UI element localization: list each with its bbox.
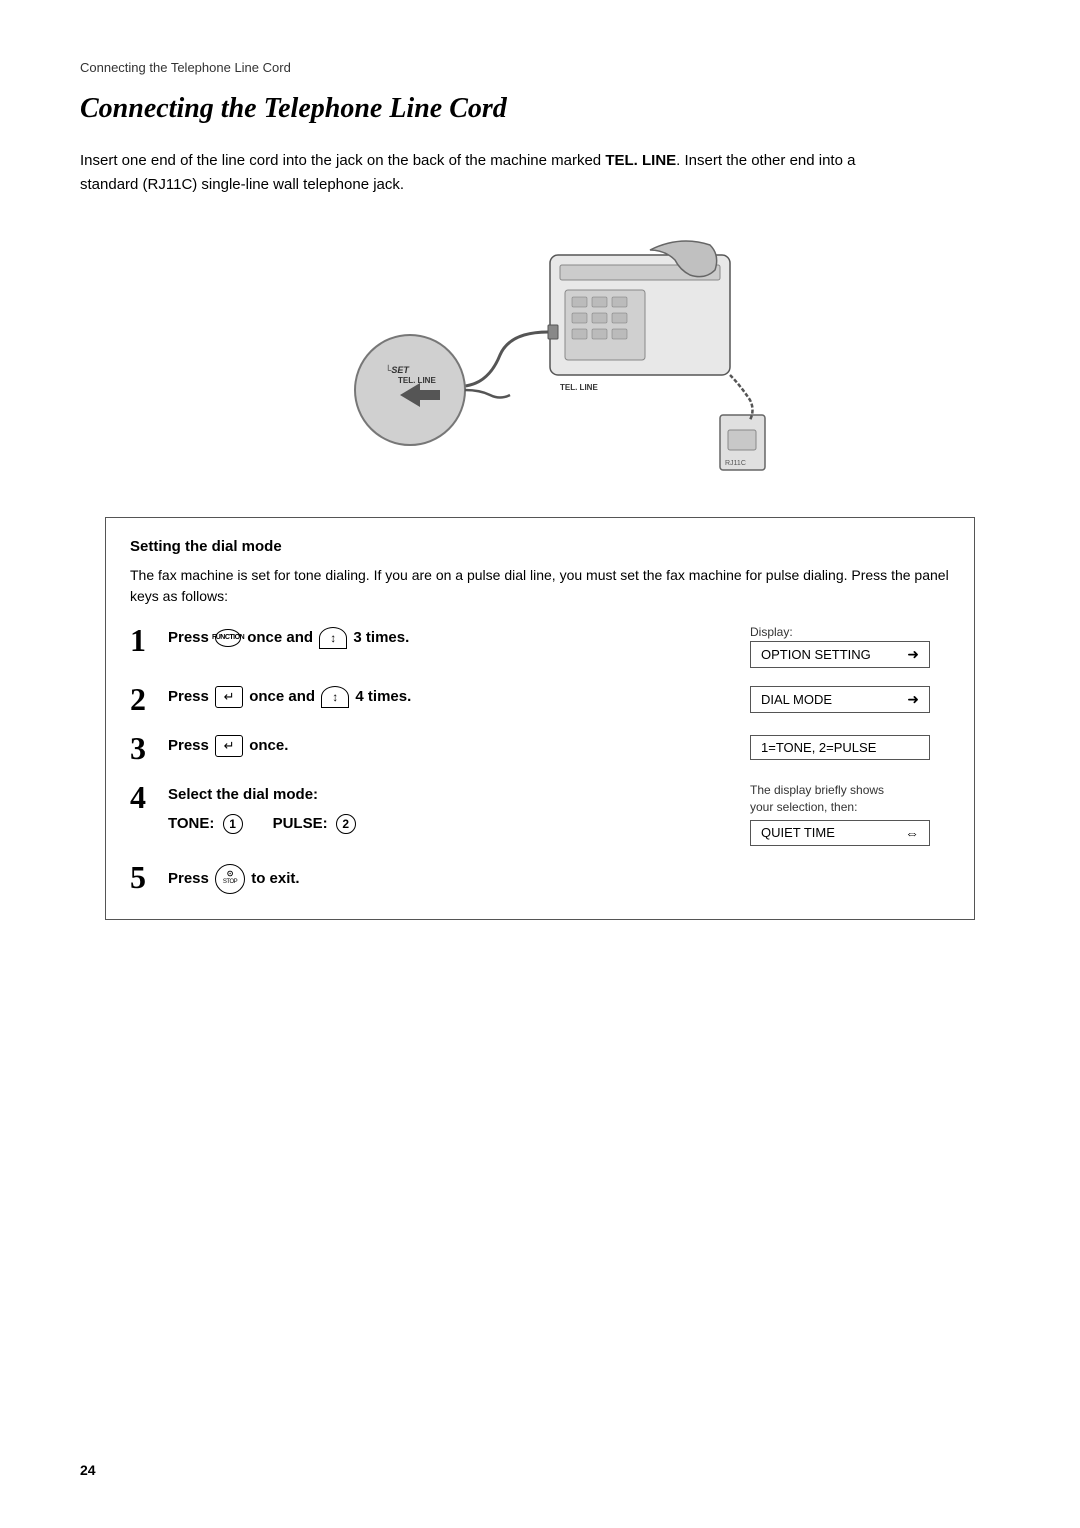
svg-text:└SET: └SET — [385, 364, 410, 375]
step-1-once-and: once and — [247, 629, 317, 646]
step-2-content: Press ↵ once and ↕ 4 times. — [168, 682, 730, 709]
breadcrumb: Connecting the Telephone Line Cord — [80, 60, 1000, 75]
step-2-press: Press — [168, 688, 209, 705]
step-5-exit: to exit. — [251, 870, 299, 887]
step-2-display: DIAL MODE ➜ — [730, 682, 950, 713]
box-section-title: Setting the dial mode — [130, 538, 950, 555]
display-label-1: Display: — [750, 625, 793, 639]
page-title: Connecting the Telephone Line Cord — [80, 93, 1000, 125]
step-3-display: 1=TONE, 2=PULSE — [730, 731, 950, 760]
display-box-3: 1=TONE, 2=PULSE — [750, 735, 930, 760]
svg-text:TEL. LINE: TEL. LINE — [398, 376, 436, 385]
step-1-press: Press — [168, 629, 209, 646]
connection-diagram: TEL. LINE └SET TEL. LINE RJ11C — [290, 225, 790, 485]
instruction-box: Setting the dial mode The fax machine is… — [105, 517, 975, 920]
step-5-row: 5 Press ⊙ STOP to exit. — [130, 860, 950, 895]
arrow-btn-icon-2: ↵ — [215, 686, 243, 708]
page-number: 24 — [80, 1462, 96, 1478]
step-1-row: 1 Press FUNCTION once and ↕ 3 times. Dis… — [130, 623, 950, 668]
step-3-number: 3 — [130, 731, 168, 766]
display-box-2: DIAL MODE ➜ — [750, 686, 930, 713]
display-text-4: QUIET TIME — [761, 825, 835, 840]
step-4-display: The display briefly showsyour selection,… — [730, 780, 950, 846]
step-1-display: Display: OPTION SETTING ➜ — [730, 623, 950, 668]
step-1-content: Press FUNCTION once and ↕ 3 times. — [168, 623, 730, 650]
tone-label: TONE: 1 — [168, 813, 243, 836]
diagram-area: TEL. LINE └SET TEL. LINE RJ11C — [80, 225, 1000, 485]
step-3-press: Press — [168, 737, 209, 754]
display-arrow-4: ⇔ — [905, 825, 919, 841]
step-3-content: Press ↵ once. — [168, 731, 730, 758]
display-box-4: QUIET TIME ⇔ — [750, 820, 930, 846]
step-5-press: Press — [168, 870, 209, 887]
display-text-1: OPTION SETTING — [761, 647, 871, 662]
step-3-row: 3 Press ↵ once. 1=TONE, 2=PULSE — [130, 731, 950, 766]
step-2-once-and: once and — [249, 688, 319, 705]
display-box-1: OPTION SETTING ➜ — [750, 641, 930, 668]
step-2-times: 4 times. — [355, 688, 411, 705]
box-intro-text: The fax machine is set for tone dialing.… — [130, 565, 950, 607]
step-4-row: 4 Select the dial mode: TONE: 1 PULSE: 2… — [130, 780, 950, 846]
svg-text:TEL. LINE: TEL. LINE — [560, 383, 598, 392]
step-1-number: 1 — [130, 623, 168, 658]
function-icon: FUNCTION — [215, 629, 241, 647]
stop-icon: ⊙ STOP — [215, 864, 245, 894]
tone-pulse-row: TONE: 1 PULSE: 2 — [168, 813, 730, 836]
display-text-3: 1=TONE, 2=PULSE — [761, 740, 876, 755]
step-5-content: Press ⊙ STOP to exit. — [168, 860, 950, 894]
arrow-btn-icon-3: ↵ — [215, 735, 243, 757]
up-down-icon-2: ↕ — [321, 686, 349, 708]
display-text-2: DIAL MODE — [761, 692, 832, 707]
step-2-row: 2 Press ↵ once and ↕ 4 times. DIAL MODE … — [130, 682, 950, 717]
pulse-label: PULSE: 2 — [273, 813, 356, 836]
step-1-times: 3 times. — [353, 629, 409, 646]
pulse-circle: 2 — [336, 814, 356, 834]
display-arrow-1: ➜ — [907, 646, 919, 663]
intro-text: Insert one end of the line cord into the… — [80, 149, 900, 197]
tone-circle: 1 — [223, 814, 243, 834]
step-4-number: 4 — [130, 780, 168, 815]
step-3-once: once. — [249, 737, 288, 754]
up-down-icon-1: ↕ — [319, 627, 347, 649]
step-5-number: 5 — [130, 860, 168, 895]
step-2-number: 2 — [130, 682, 168, 717]
step-4-select: Select the dial mode: — [168, 786, 318, 803]
display-arrow-2: ➜ — [907, 691, 919, 708]
display-note-4: The display briefly showsyour selection,… — [750, 782, 884, 816]
step-4-content: Select the dial mode: TONE: 1 PULSE: 2 — [168, 780, 730, 835]
svg-text:RJ11C: RJ11C — [725, 460, 746, 467]
page: Connecting the Telephone Line Cord Conne… — [0, 0, 1080, 1528]
